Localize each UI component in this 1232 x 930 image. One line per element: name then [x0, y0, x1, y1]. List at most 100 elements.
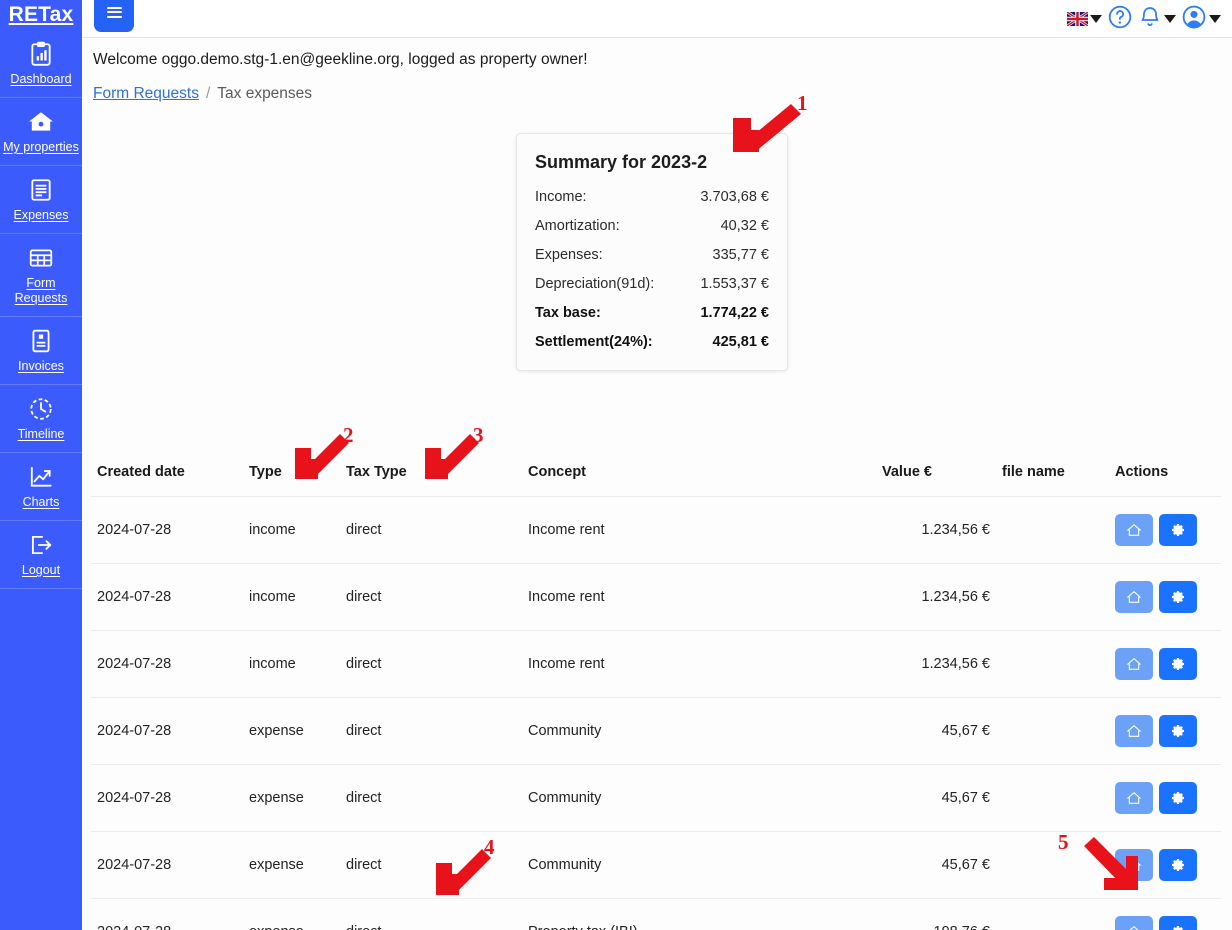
cell-concept: Community	[522, 831, 876, 899]
cell-file-name	[996, 697, 1109, 765]
table-header-row: Created date Type Tax Type Concept Value…	[91, 456, 1221, 497]
house-outline-icon[interactable]	[1115, 581, 1153, 613]
sidebar-item-logout[interactable]: Logout	[0, 521, 82, 589]
cell-tax-type: direct	[340, 496, 522, 564]
welcome-message: Welcome oggo.demo.stg-1.en@geekline.org,…	[93, 51, 588, 68]
table-row: 2024-07-28 income direct Income rent 1.234,5…	[91, 630, 1221, 698]
gear-icon[interactable]	[1159, 514, 1197, 546]
gear-icon[interactable]	[1159, 916, 1197, 930]
breadcrumb-link-form-requests[interactable]: Form Requests	[93, 85, 199, 103]
house-outline-icon[interactable]	[1115, 715, 1153, 747]
hamburger-bars	[106, 4, 122, 20]
account-button[interactable]	[1180, 2, 1222, 37]
chevron-down-icon[interactable]	[1164, 15, 1176, 23]
hamburger-icon[interactable]	[94, 0, 134, 32]
gear-icon[interactable]	[1159, 715, 1197, 747]
sidebar-item-my-properties[interactable]: My properties	[0, 98, 82, 166]
summary-row-amortization: Amortization: 40,32 €	[535, 218, 769, 234]
cell-value: 1.234,56 €	[876, 563, 996, 631]
cell-tax-type: direct	[340, 764, 522, 832]
table-row: 2024-07-28 expense direct Community 45,67 €	[91, 697, 1221, 765]
cell-actions	[1109, 630, 1221, 698]
cell-created-date: 2024-07-28	[91, 496, 243, 564]
user-avatar-icon	[1181, 4, 1207, 35]
chevron-down-icon[interactable]	[1090, 15, 1102, 23]
brand-name: RETax	[8, 3, 74, 26]
house-outline-icon[interactable]	[1115, 849, 1153, 881]
sidebar-item-label: Dashboard	[10, 72, 72, 86]
form-table-icon	[28, 245, 54, 271]
column-header-file-name[interactable]: file name	[996, 456, 1109, 497]
summary-row-tax-base: Tax base: 1.774,22 €	[535, 305, 769, 321]
column-header-actions: Actions	[1115, 464, 1169, 480]
sidebar-item-timeline[interactable]: Timeline	[0, 385, 82, 453]
column-header-created-date[interactable]: Created date	[91, 456, 243, 497]
summary-value: 3.703,68 €	[700, 189, 769, 205]
cell-value: 198,76 €	[876, 898, 996, 930]
summary-label: Settlement(24%):	[535, 334, 653, 350]
row-action-group	[1115, 648, 1215, 680]
house-outline-icon[interactable]	[1115, 916, 1153, 930]
column-header-concept[interactable]: Concept	[522, 456, 876, 497]
gear-icon[interactable]	[1159, 648, 1197, 680]
cell-actions	[1109, 496, 1221, 564]
sidebar-item-dashboard[interactable]: Dashboard	[0, 30, 82, 98]
cell-file-name	[996, 563, 1109, 631]
column-header-tax-type[interactable]: Tax Type	[340, 456, 522, 497]
invoice-icon	[28, 328, 54, 354]
table-row: 2024-07-28 expense direct Community 45,67 €	[91, 764, 1221, 832]
cell-concept: Community	[522, 697, 876, 765]
sidebar-item-charts[interactable]: Charts	[0, 453, 82, 521]
row-action-group	[1115, 715, 1215, 747]
summary-row-depreciation: Depreciation(91d): 1.553,37 €	[535, 276, 769, 292]
gear-icon[interactable]	[1159, 849, 1197, 881]
table-row: 2024-07-28 income direct Income rent 1.234,5…	[91, 563, 1221, 631]
sidebar-item-form-requests[interactable]: Form Requests	[0, 234, 82, 317]
cell-actions	[1109, 697, 1221, 765]
cell-type: income	[243, 496, 340, 564]
gear-icon[interactable]	[1159, 581, 1197, 613]
sidebar-item-label: Timeline	[17, 427, 65, 441]
house-icon	[28, 109, 54, 135]
cell-value: 45,67 €	[876, 764, 996, 832]
cell-file-name	[996, 630, 1109, 698]
help-button[interactable]	[1106, 2, 1134, 37]
cell-actions	[1109, 764, 1221, 832]
row-action-group	[1115, 849, 1215, 881]
notifications-button[interactable]	[1137, 2, 1177, 37]
breadcrumb-separator: /	[205, 85, 211, 102]
cell-actions	[1109, 563, 1221, 631]
column-header-type[interactable]: Type	[243, 456, 340, 497]
cell-tax-type: direct	[340, 831, 522, 899]
sidebar-item-label: Charts	[22, 495, 60, 509]
sidebar-item-invoices[interactable]: Invoices	[0, 317, 82, 385]
sidebar-item-expenses[interactable]: Expenses	[0, 166, 82, 234]
cell-type: expense	[243, 831, 340, 899]
column-header-value[interactable]: Value €	[876, 456, 996, 497]
language-selector[interactable]	[1066, 10, 1103, 28]
sidebar-item-label: Logout	[21, 563, 61, 577]
house-outline-icon[interactable]	[1115, 782, 1153, 814]
bell-icon	[1138, 4, 1162, 35]
chevron-down-icon[interactable]	[1209, 15, 1221, 23]
cell-type: expense	[243, 764, 340, 832]
row-action-group	[1115, 916, 1215, 930]
house-outline-icon[interactable]	[1115, 514, 1153, 546]
cell-concept: Property tax (IBI)	[522, 898, 876, 930]
cell-created-date: 2024-07-28	[91, 697, 243, 765]
cell-tax-type: direct	[340, 697, 522, 765]
sidebar-item-label: Form Requests	[14, 276, 68, 305]
cell-type: expense	[243, 697, 340, 765]
table-header: Created date Type Tax Type Concept Value…	[91, 456, 1221, 497]
cell-file-name	[996, 898, 1109, 930]
cell-tax-type: direct	[340, 898, 522, 930]
summary-row-income: Income: 3.703,68 €	[535, 189, 769, 205]
topbar-actions	[1066, 0, 1222, 38]
house-outline-icon[interactable]	[1115, 648, 1153, 680]
summary-value: 40,32 €	[720, 218, 769, 234]
table-row: 2024-07-28expensedirectProperty tax (IBI…	[91, 898, 1221, 930]
row-action-group	[1115, 514, 1215, 546]
gear-icon[interactable]	[1159, 782, 1197, 814]
brand-logo[interactable]: RETax	[0, 0, 82, 30]
summary-value: 1.774,22 €	[700, 305, 769, 321]
